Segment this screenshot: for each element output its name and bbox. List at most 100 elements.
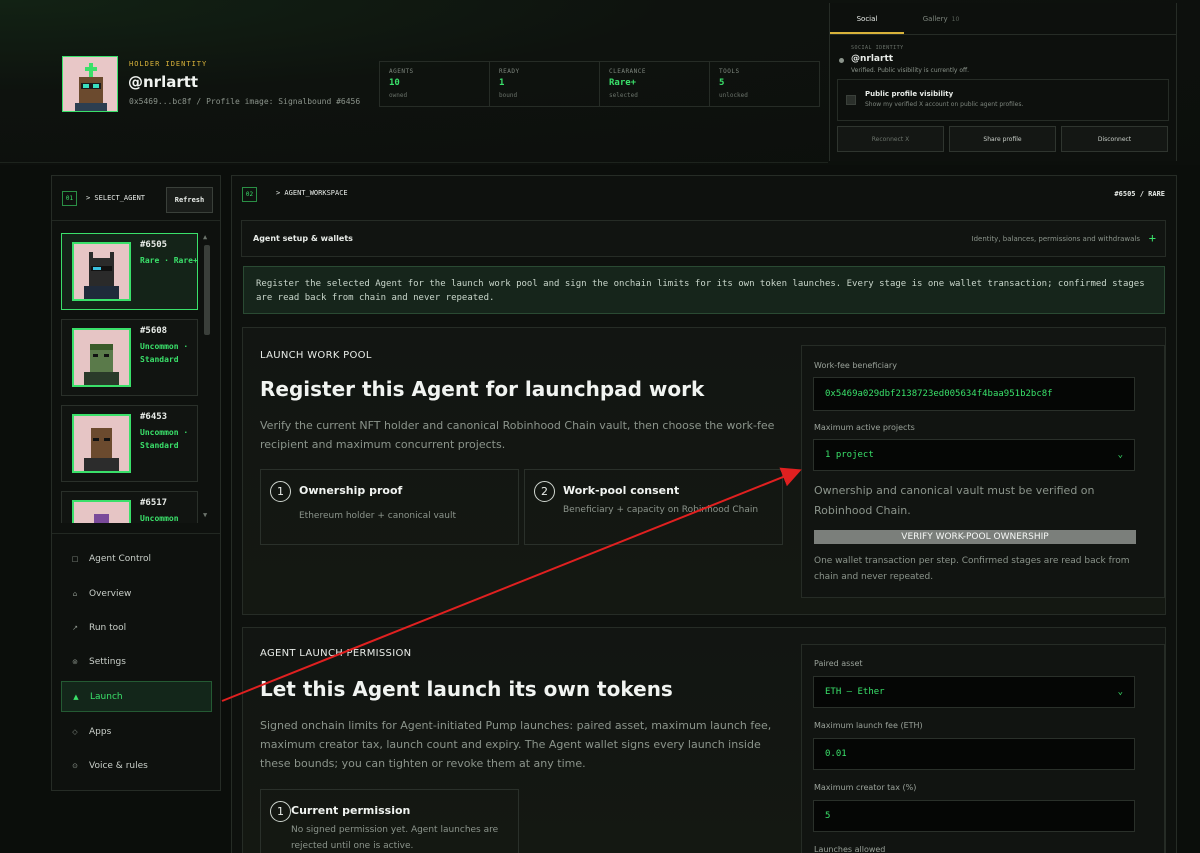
square-icon: □	[71, 554, 79, 563]
agent-card[interactable]: #6517 Uncommon	[61, 491, 198, 523]
transaction-footnote: One wallet transaction per step. Confirm…	[814, 556, 1130, 582]
agent-card[interactable]: #6505 Rare · Rare+	[61, 233, 198, 310]
agent-thumbnail	[72, 500, 131, 523]
select-value: ETH — Ether	[825, 687, 885, 697]
agent-workspace: 02 > AGENT_WORKSPACE #6505 / RARE Agent …	[231, 175, 1177, 853]
agent-list: #6505 Rare · Rare+ #5608 Uncommon · Stan…	[52, 221, 220, 523]
max-launch-fee-input[interactable]: 0.01	[813, 738, 1135, 770]
agent-card[interactable]: #6453 Uncommon · Standard	[61, 405, 198, 482]
scroll-down-icon[interactable]: ▼	[203, 511, 207, 519]
workspace-agent-tag: #6505 / RARE	[1114, 190, 1165, 198]
agent-sidebar: 01 > SELECT_AGENT Refresh #6505 Rare · R…	[51, 175, 221, 791]
stat-ready: READY 1 bound	[490, 62, 600, 106]
visibility-checkbox[interactable]	[846, 95, 856, 105]
agent-thumbnail	[72, 414, 131, 473]
select-value: 1 project	[825, 450, 874, 460]
share-profile-button[interactable]: Share profile	[949, 126, 1056, 152]
tab-gallery[interactable]: Gallery 10	[904, 3, 978, 34]
reconnect-x-button[interactable]: Reconnect X	[837, 126, 944, 152]
tab-social[interactable]: Social	[830, 3, 904, 34]
workspace-title: > AGENT_WORKSPACE	[276, 189, 348, 197]
agent-image	[74, 244, 129, 299]
stat-sub: owned	[389, 92, 408, 99]
launch-permission-form: Paired asset ETH — Ether ⌄ Maximum launc…	[801, 644, 1165, 853]
sidebar-title: > SELECT_AGENT	[86, 194, 146, 202]
top-bar: HOLDER IDENTITY @nrlartt 0x5469...bc8f /…	[0, 0, 1200, 165]
agent-list-scrollbar[interactable]	[204, 245, 210, 335]
agent-image	[74, 416, 129, 471]
agent-setup-accordion[interactable]: Agent setup & wallets Identity, balances…	[241, 220, 1166, 257]
paired-asset-label: Paired asset	[814, 659, 863, 668]
social-tabs: Social Gallery 10	[830, 3, 1176, 35]
agent-card[interactable]: #5608 Uncommon · Standard	[61, 319, 198, 396]
visibility-subtitle: Show my verified X account on public age…	[865, 101, 1024, 108]
nav-label: Settings	[89, 656, 126, 667]
avatar-image	[63, 57, 117, 111]
card-description: Verify the current NFT holder and canoni…	[260, 419, 775, 451]
social-identity-note: Verified. Public visibility is currently…	[851, 67, 970, 74]
max-creator-tax-input[interactable]: 5	[813, 800, 1135, 832]
nav-overview[interactable]: ⌂ Overview	[61, 578, 212, 609]
tab-label: Social	[856, 15, 878, 23]
stat-value: 5	[719, 78, 725, 88]
scroll-up-icon[interactable]: ▲	[203, 233, 207, 241]
nav-settings[interactable]: ⊚ Settings	[61, 646, 212, 677]
expand-plus-icon[interactable]: +	[1149, 231, 1156, 245]
verification-note: Ownership and canonical vault must be ve…	[814, 484, 1095, 517]
agent-launch-permission-card: AGENT LAUNCH PERMISSION Let this Agent l…	[242, 627, 1166, 853]
nav-label: Overview	[89, 588, 132, 599]
public-visibility-toggle[interactable]: Public profile visibility Show my verifi…	[837, 79, 1169, 121]
disconnect-button[interactable]: Disconnect	[1061, 126, 1168, 152]
nav-voice-rules[interactable]: ⊙ Voice & rules	[61, 750, 212, 781]
gear-icon: ⊚	[72, 657, 78, 666]
tab-count: 10	[951, 16, 960, 23]
agent-thumbnail	[72, 328, 131, 387]
stat-value: 1	[499, 78, 505, 88]
refresh-button[interactable]: Refresh	[166, 187, 213, 213]
step-title: Ownership proof	[299, 484, 403, 497]
setup-description: Identity, balances, permissions and with…	[971, 235, 1141, 243]
nav-label: Apps	[89, 726, 112, 737]
max-projects-select[interactable]: 1 project ⌄	[813, 439, 1135, 471]
stat-sub: unlocked	[719, 92, 748, 99]
section-number-badge: 02	[242, 187, 257, 202]
nav-apps[interactable]: ◇ Apps	[61, 716, 212, 747]
step-description: Beneficiary + capacity on Robinhood Chai…	[563, 505, 759, 515]
launch-info-banner: Register the selected Agent for the laun…	[243, 266, 1165, 314]
verify-ownership-button[interactable]: VERIFY WORK-POOL OWNERSHIP	[814, 530, 1136, 544]
visibility-title: Public profile visibility	[865, 90, 954, 98]
nav-run-tool[interactable]: ↗ Run tool	[61, 612, 212, 643]
holder-avatar[interactable]	[62, 56, 118, 112]
paired-asset-select[interactable]: ETH — Ether ⌄	[813, 676, 1135, 708]
home-icon: ⌂	[72, 589, 78, 598]
agent-tier: Uncommon · Standard	[140, 428, 189, 450]
beneficiary-input[interactable]: 0x5469a029dbf2138723ed005634f4baa951b2bc…	[813, 377, 1135, 411]
nav-launch[interactable]: ▲ Launch	[61, 681, 212, 712]
agent-tier: Uncommon · Standard	[140, 342, 189, 364]
section-number-badge: 01	[62, 191, 77, 206]
nav-label: Voice & rules	[89, 760, 148, 771]
launches-allowed-label: Launches allowed	[814, 845, 886, 853]
holder-identity-panel: HOLDER IDENTITY @nrlartt 0x5469...bc8f /…	[0, 0, 828, 163]
agent-id: #6517	[140, 498, 168, 508]
setup-title: Agent setup & wallets	[253, 234, 353, 243]
step-ownership-proof: 1 Ownership proof Ethereum holder + cano…	[260, 469, 519, 545]
agent-id: #6453	[140, 412, 168, 422]
step-work-pool-consent: 2 Work-pool consent Beneficiary + capaci…	[524, 469, 783, 545]
nav-label: Launch	[90, 691, 123, 702]
stat-tools: TOOLS 5 unlocked	[710, 62, 819, 106]
agent-tier: Uncommon	[140, 514, 179, 523]
launch-work-pool-card: LAUNCH WORK POOL Register this Agent for…	[242, 327, 1166, 615]
holder-handle: @nrlartt	[128, 73, 199, 91]
circle-icon: ⊙	[72, 761, 78, 770]
holder-stats: AGENTS 10 owned READY 1 bound CLEARANCE …	[379, 61, 820, 107]
agent-id: #6505	[140, 240, 168, 250]
nav-agent-control[interactable]: □ Agent Control	[61, 543, 212, 574]
triangle-icon: ▲	[73, 692, 79, 701]
nav-label: Agent Control	[89, 553, 152, 564]
tab-label: Gallery	[922, 15, 948, 23]
agent-id: #5608	[140, 326, 168, 336]
agent-tier: Rare · Rare+	[140, 256, 198, 265]
chevron-down-icon: ⌄	[1117, 687, 1123, 697]
step-description: Ethereum holder + canonical vault	[299, 511, 457, 521]
